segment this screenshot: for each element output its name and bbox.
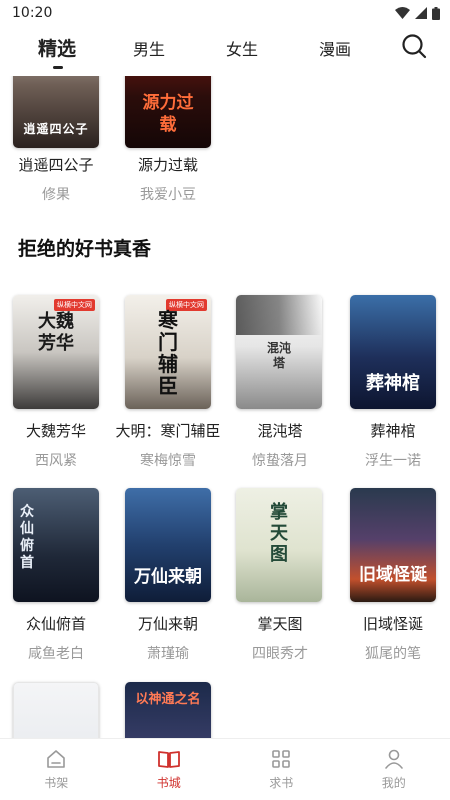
book-title[interactable]: 掌天图 [224, 613, 336, 634]
section-title: 拒绝的好书真香 [18, 238, 152, 260]
book-author: 寒梅惊雪 [140, 453, 196, 469]
cover-title-text: 以神通之名 [135, 692, 201, 707]
tab-male[interactable]: 男生 [126, 36, 172, 60]
content-scroll-area[interactable]: 逍遥四公子 逍遥四公子 修果 源力过载 源力过载 我爱小豆 拒绝的好书真香 纵横… [0, 76, 450, 738]
book-title[interactable]: 逍遥四公子 [0, 154, 112, 175]
book-author: 四眼秀才 [252, 646, 308, 662]
book-cover[interactable]: 以神通之名 [125, 682, 211, 738]
book-cover[interactable]: 众仙俯首 [13, 488, 99, 602]
bottom-tab-request[interactable]: 求书 [225, 739, 338, 800]
book-author: 咸鱼老白 [28, 646, 84, 662]
cover-title-text: 源力过载 [142, 93, 194, 135]
book-title[interactable]: 旧域怪诞 [337, 613, 449, 634]
book-cover[interactable]: 纵横中文网 寒门辅臣 [125, 295, 211, 409]
tab-comics[interactable]: 漫画 [312, 36, 358, 60]
book-cover[interactable]: 纵横中文网 大魏芳华 [13, 295, 99, 409]
status-time: 10:20 [12, 5, 53, 21]
book-title[interactable]: 源力过载 [112, 154, 224, 175]
book-title[interactable]: 大魏芳华 [0, 420, 112, 441]
book-cover[interactable]: 源力过载 [125, 76, 211, 148]
book-title[interactable]: 大明：寒门辅臣 [112, 420, 224, 441]
bottom-tab-label: 我的 [381, 776, 406, 790]
book-cover[interactable]: 葬神棺 [350, 295, 436, 409]
book-title[interactable]: 混沌塔 [224, 420, 336, 441]
book-title[interactable]: 葬神棺 [337, 420, 449, 441]
bottom-tab-label: 求书 [269, 776, 294, 790]
cover-title-text: 旧域怪诞 [359, 565, 427, 585]
grid-icon [272, 750, 291, 768]
book-author: 修果 [42, 187, 70, 203]
bottom-tab-bar: 书架 书城 求书 我的 [0, 738, 450, 800]
bottom-tab-profile[interactable]: 我的 [338, 739, 450, 800]
wifi-icon [395, 7, 410, 19]
book-author: 浮生一诺 [365, 453, 421, 469]
signal-icon [415, 7, 427, 19]
tab-female[interactable]: 女生 [219, 36, 265, 60]
book-author: 狐尾的笔 [365, 646, 421, 662]
cover-title-text: 逍遥四公子 [23, 122, 89, 136]
book-cover[interactable]: 混沌塔 [236, 295, 322, 409]
active-tab-indicator [53, 66, 63, 69]
book-author: 西风紧 [35, 453, 77, 469]
bookshelf-icon [47, 750, 66, 768]
book-title[interactable]: 众仙俯首 [0, 613, 112, 634]
battery-icon [432, 6, 440, 20]
book-title[interactable]: 万仙来朝 [112, 613, 224, 634]
status-bar: 10:20 [0, 0, 450, 26]
bottom-tab-label: 书城 [156, 776, 181, 790]
cover-title-text: 混沌塔 [266, 341, 291, 370]
book-cover[interactable]: 旧域怪诞 [350, 488, 436, 602]
bottom-tab-bookstore[interactable]: 书城 [113, 739, 226, 800]
top-nav: 精选 男生 女生 漫画 [0, 26, 450, 76]
book-author: 我爱小豆 [140, 187, 196, 203]
publisher-badge: 纵横中文网 [54, 299, 95, 311]
cover-title-text: 葬神棺 [366, 373, 420, 394]
book-cover[interactable]: 逍遥四公子 [13, 76, 99, 148]
cover-title-text: 寒门辅臣 [158, 308, 178, 398]
user-icon [384, 749, 403, 769]
book-author: 萧瑾瑜 [147, 646, 189, 662]
open-book-icon [157, 751, 180, 768]
bottom-tab-bookshelf[interactable]: 书架 [0, 739, 113, 800]
tab-featured[interactable]: 精选 [34, 34, 80, 61]
book-cover[interactable]: 万仙来朝 [125, 488, 211, 602]
cover-title-text: 众仙俯首 [20, 504, 34, 571]
cover-title-text: 大魏芳华 [38, 311, 74, 354]
bottom-tab-label: 书架 [44, 776, 69, 790]
search-icon[interactable] [400, 32, 428, 60]
book-cover[interactable] [13, 682, 99, 738]
cover-title-text: 万仙来朝 [134, 567, 202, 587]
cover-title-text: 掌天图 [270, 502, 288, 565]
book-cover[interactable]: 掌天图 [236, 488, 322, 602]
book-author: 惊蛰落月 [252, 453, 308, 469]
